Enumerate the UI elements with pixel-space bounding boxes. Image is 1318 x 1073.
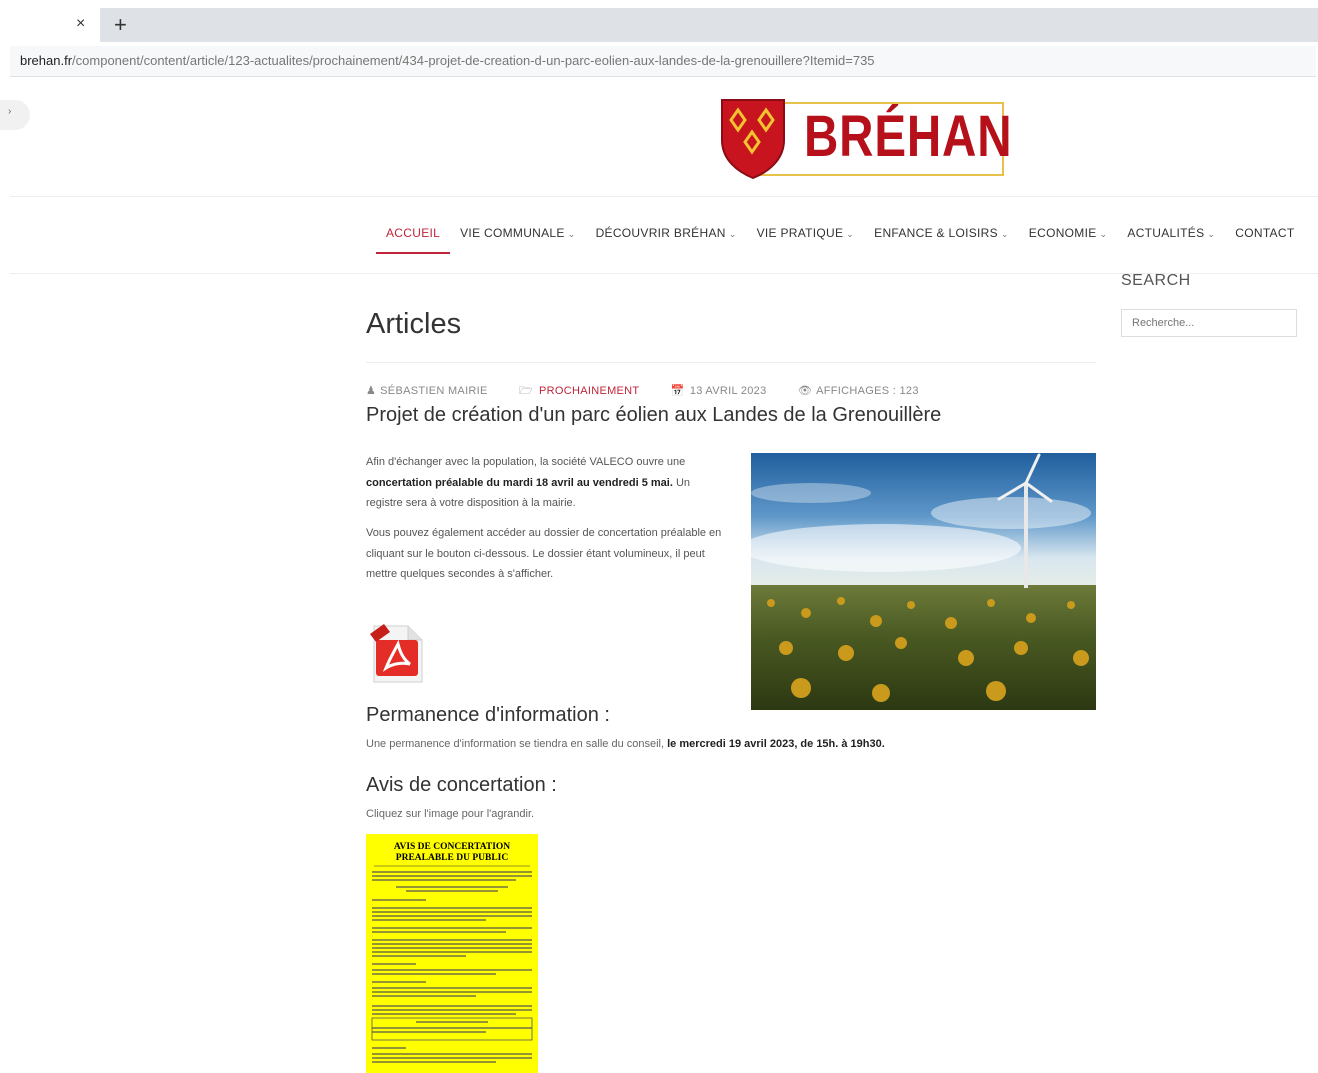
search-input[interactable] [1121,309,1297,337]
nav-label: VIE PRATIQUE [756,226,844,240]
nav-label: ENFANCE & LOISIRS [874,226,998,240]
pdf-icon [370,624,423,683]
nav-label: VIE COMMUNALE [460,226,565,240]
chevron-right-icon: › [8,106,12,117]
hits: 👁 AFFICHAGES : 123 [798,385,933,397]
nav-item-vie-communale[interactable]: VIE COMMUNALE ⌄ [450,218,585,254]
header-divider [10,196,1318,197]
calendar-icon: 📅 [670,385,685,397]
wind-turbine-image [751,453,1096,710]
url-path: /component/content/article/123-actualite… [72,53,875,68]
nav-item-enfance-loisirs[interactable]: ENFANCE & LOISIRS ⌄ [864,218,1019,254]
chevron-down-icon: ⌄ [1099,229,1108,239]
concertation-notice-image[interactable]: AVIS DE CONCERTATION PREALABLE DU PUBLIC [366,834,538,1073]
avis-instruction: Cliquez sur l'image pour l'agrandir. [366,808,535,820]
search-heading: SEARCH [1121,272,1191,289]
permanence-heading: Permanence d'information : [366,704,610,726]
category-link[interactable]: PROCHAINEMENT [539,385,639,397]
author-name: SÉBASTIEN MAIRIE [380,385,488,397]
nav-label: ACTUALITÉS [1127,226,1205,240]
nav-item-decouvrir-brehan[interactable]: DÉCOUVRIR BRÉHAN ⌄ [586,218,747,254]
article-paragraph-1: Afin d'échanger avec la population, la s… [366,452,726,514]
new-tab-icon[interactable]: + [114,12,127,38]
nav-label: DÉCOUVRIR BRÉHAN [595,226,726,240]
coat-of-arms-icon [721,99,785,180]
nav-item-contact[interactable]: CONTACT [1225,218,1294,254]
title-divider [366,362,1096,363]
chevron-down-icon: ⌄ [728,229,737,239]
main-nav: ACCUEIL VIE COMMUNALE ⌄ DÉCOUVRIR BRÉHAN ⌄… [376,218,1294,254]
chevron-down-icon: ⌄ [567,229,576,239]
nav-item-accueil[interactable]: ACCUEIL [376,218,451,254]
browser-tab-bar: × + [0,8,1318,42]
article-title: Projet de création d'un parc éolien aux … [366,404,942,426]
address-bar[interactable]: brehan.fr/component/content/article/123-… [10,46,1316,77]
page-title: Articles [366,308,462,340]
site-logo[interactable]: BRÉHAN [718,96,1012,180]
article-meta: ♟ SÉBASTIEN MAIRIE 🗁 PROCHAINEMENT 📅 13 AVR… [366,382,947,401]
hits-text: AFFICHAGES : 123 [816,385,919,397]
close-tab-icon[interactable]: × [76,15,85,33]
logo-text: BRÉHAN [804,104,1013,169]
date-text: 13 AVRIL 2023 [689,385,767,397]
nav-label: ECONOMIE [1028,226,1097,240]
chevron-down-icon: ⌄ [1207,229,1216,239]
nav-label: CONTACT [1235,226,1295,240]
poster-body-text [371,865,533,1063]
permanence-date: le mercredi 19 avril 2023, de 15h. à 19h… [667,738,885,750]
nav-label: ACCUEIL [386,226,441,240]
pdf-download-icon[interactable] [368,622,426,686]
url-text[interactable]: brehan.fr/component/content/article/123-… [20,53,875,68]
chevron-down-icon: ⌄ [1000,229,1009,239]
eye-icon: 👁 [797,385,813,397]
author: ♟ SÉBASTIEN MAIRIE [366,385,502,397]
side-toggle-button[interactable]: › [0,100,30,130]
browser-tab[interactable]: × [0,8,100,42]
user-icon: ♟ [366,385,377,397]
nav-item-actualites[interactable]: ACTUALITÉS ⌄ [1117,218,1225,254]
permanence-text-start: Une permanence d'information se tiendra … [366,738,668,750]
article-paragraph-2: Vous pouvez également accéder au dossier… [366,527,722,580]
permanence-text: Une permanence d'information se tiendra … [366,738,885,750]
chevron-down-icon: ⌄ [846,229,855,239]
published-date: 📅 13 AVRIL 2023 [671,385,781,397]
p1-text: Afin d'échanger avec la population, la s… [366,456,686,468]
category: 🗁 PROCHAINEMENT [519,385,653,397]
nav-item-vie-pratique[interactable]: VIE PRATIQUE ⌄ [747,218,865,254]
p1-bold: concertation préalable du mardi 18 avril… [366,476,673,489]
wind-turbine-photo [751,453,1096,710]
url-domain: brehan.fr [20,53,73,68]
folder-icon: 🗁 [519,385,533,397]
avis-heading: Avis de concertation : [366,774,557,796]
nav-item-economie[interactable]: ECONOMIE ⌄ [1019,218,1118,254]
